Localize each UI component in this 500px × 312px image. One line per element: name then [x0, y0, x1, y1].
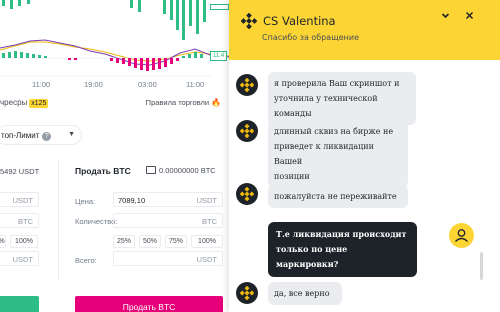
- buy-amount-unit: BTC: [18, 217, 33, 226]
- sell-amount-input[interactable]: BTC: [113, 213, 223, 228]
- chart-candles: [2, 0, 206, 40]
- pct-25-button[interactable]: 25%: [113, 235, 135, 248]
- message-line: да, все верно: [274, 289, 330, 298]
- agent-avatar: [236, 282, 258, 304]
- buy-pct-100-button[interactable]: 100%: [10, 235, 38, 248]
- trading-rules-label: Правила торговли: [145, 98, 210, 107]
- agent-message: длинный сквиз на бирже не приведет к лик…: [268, 120, 408, 188]
- binance-logo-icon: [240, 187, 254, 201]
- user-icon: [455, 229, 468, 242]
- binance-logo-icon: [240, 124, 254, 138]
- fire-icon: 🔥: [211, 98, 221, 107]
- price-tag-top: [210, 4, 229, 10]
- message-line: я проверила Ваш скриншот и: [274, 79, 400, 88]
- time-label: 03:00: [138, 80, 157, 89]
- message-line: приведет к ликвидации Вашей: [274, 142, 374, 166]
- help-icon[interactable]: ?: [42, 132, 52, 141]
- agent-message: пожалуйста не переживайте: [268, 185, 408, 208]
- sell-price-input[interactable]: 7089,10 USDT: [113, 192, 223, 207]
- sell-amount-unit: BTC: [202, 217, 217, 226]
- buy-pct-button[interactable]: %: [0, 235, 6, 248]
- sell-balance: 0.00000000 BTC: [146, 166, 216, 175]
- sell-price-value: 7089,10: [118, 196, 146, 205]
- total-label: Всего:: [75, 256, 97, 265]
- trading-panel: 11:4 11:00 19:00 03:00 11:00 чресры x125 …: [0, 0, 229, 312]
- scrollbar-thumb[interactable]: [480, 252, 483, 280]
- sell-title: Продать BTC: [75, 166, 131, 176]
- price-tag-macd: 11:4: [210, 51, 228, 61]
- price-chart: 11:4 11:00 19:00 03:00 11:00: [0, 0, 229, 90]
- amount-label: Количество:: [75, 217, 118, 226]
- binance-logo-icon: [240, 286, 254, 300]
- chevron-down-icon: [441, 13, 449, 19]
- message-line: пожалуйста не переживайте: [274, 192, 397, 201]
- sell-balance-value: 0.00000000 BTC: [159, 166, 216, 175]
- sell-total-input[interactable]: USDT: [113, 251, 223, 266]
- futures-row: чресры x125 Правила торговли 🔥: [0, 98, 229, 112]
- user-message: Т.е ликвидация происходит только по цене…: [268, 222, 417, 277]
- close-icon: [465, 11, 473, 20]
- leverage-badge: x125: [29, 99, 49, 108]
- agent-message: да, все верно: [268, 282, 342, 305]
- pct-100-button[interactable]: 100%: [191, 235, 223, 248]
- message-line: длинный сквиз на бирже не: [274, 127, 394, 136]
- chart-canvas: [0, 0, 229, 77]
- time-label: 19:00: [84, 80, 103, 89]
- message-list: я проверила Ваш скриншот и уточнила у те…: [229, 60, 500, 312]
- buy-total-field[interactable]: USDT: [0, 251, 39, 266]
- buy-amount-field[interactable]: BTC: [0, 213, 39, 228]
- chat-header: CS Valentina Спасибо за обращение: [229, 0, 500, 60]
- pct-50-button[interactable]: 50%: [139, 235, 161, 248]
- order-type-select[interactable]: топ-Лимит? ▼: [0, 125, 82, 145]
- buy-button[interactable]: [0, 296, 39, 312]
- order-type-label: топ-Лимит: [1, 131, 40, 140]
- message-line: позиции: [274, 172, 310, 181]
- time-label: 11:00: [32, 80, 51, 89]
- binance-logo-icon: [241, 13, 257, 29]
- buy-price-unit: USDT: [12, 196, 33, 205]
- pct-75-button[interactable]: 75%: [165, 235, 187, 248]
- sell-total-unit: USDT: [196, 255, 217, 264]
- message-line: уточнила у технической команды: [274, 94, 378, 118]
- sell-button[interactable]: Продать BTC: [75, 296, 223, 312]
- chat-subtitle: Спасибо за обращение: [262, 33, 360, 42]
- agent-avatar: [236, 74, 258, 96]
- buy-total-unit: USDT: [12, 255, 33, 264]
- minimize-button[interactable]: [437, 9, 453, 25]
- chevron-down-icon: ▼: [68, 131, 75, 138]
- futures-link[interactable]: чресры: [0, 98, 27, 107]
- binance-logo-icon: [240, 78, 254, 92]
- agent-name: CS Valentina: [263, 14, 336, 28]
- buy-price-field[interactable]: USDT: [0, 192, 39, 207]
- support-chat-panel: CS Valentina Спасибо за обращение я пров…: [229, 0, 500, 312]
- trading-rules-link[interactable]: Правила торговли 🔥: [146, 98, 221, 107]
- message-line: только по цене маркировки?: [276, 244, 348, 269]
- time-label: 11:00: [186, 80, 205, 89]
- wallet-icon: [146, 166, 156, 174]
- close-button[interactable]: [461, 9, 477, 25]
- buy-balance: 5492 USDT: [0, 167, 40, 176]
- agent-message: я проверила Ваш скриншот и уточнила у те…: [268, 72, 416, 125]
- agent-avatar: [236, 183, 258, 205]
- sell-price-unit: USDT: [196, 196, 217, 205]
- user-avatar: [449, 223, 474, 248]
- price-label: Цена:: [75, 197, 96, 206]
- agent-avatar: [236, 120, 258, 142]
- column-divider: [58, 160, 59, 280]
- message-line: Т.е ликвидация происходит: [276, 229, 407, 239]
